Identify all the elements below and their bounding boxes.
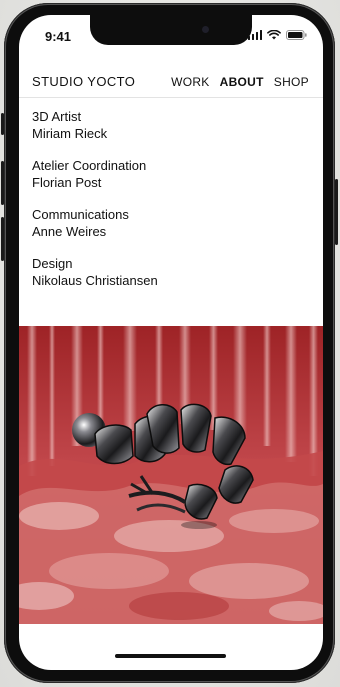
cellular-signal-icon (247, 30, 262, 40)
credit-entry: Atelier Coordination Florian Post (32, 158, 158, 191)
credit-name: Florian Post (32, 174, 102, 190)
site-header: STUDIO YOCTO WORK ABOUT SHOP (19, 67, 323, 98)
notch (90, 15, 252, 45)
credit-entry: 3D Artist Miriam Rieck (32, 109, 158, 142)
status-icons (247, 30, 308, 40)
credit-role: Atelier Coordination (32, 158, 147, 173)
nav-item-shop[interactable]: SHOP (274, 75, 309, 89)
team-credits: 3D Artist Miriam Rieck Atelier Coordinat… (32, 109, 158, 305)
volume-up-button (1, 161, 4, 205)
front-camera (202, 26, 209, 33)
nav-item-work[interactable]: WORK (171, 75, 210, 89)
credit-name: Nikolaus Christiansen (32, 272, 158, 288)
credit-name: Anne Weires (32, 223, 107, 239)
battery-icon (286, 30, 307, 40)
phone-screen: 9:41 STUDIO YOCTO WORK ABOUT SHOP 3D Art… (19, 15, 323, 670)
home-indicator[interactable] (115, 654, 226, 658)
credit-name: Miriam Rieck (32, 125, 108, 141)
credit-role: 3D Artist (32, 109, 82, 124)
credit-role: Design (32, 256, 73, 271)
status-time: 9:41 (45, 29, 72, 44)
brand-logo[interactable]: STUDIO YOCTO (32, 74, 135, 89)
volume-down-button (1, 217, 4, 261)
artwork-image (19, 326, 323, 624)
mute-switch (1, 113, 4, 135)
wifi-icon (267, 30, 281, 40)
credit-entry: Communications Anne Weires (32, 207, 158, 240)
phone-frame: 9:41 STUDIO YOCTO WORK ABOUT SHOP 3D Art… (1, 3, 338, 683)
credit-role: Communications (32, 207, 129, 222)
power-button (335, 179, 338, 245)
nav-menu: WORK ABOUT SHOP (171, 75, 309, 89)
credit-entry: Design Nikolaus Christiansen (32, 256, 158, 289)
nav-item-about[interactable]: ABOUT (220, 75, 264, 89)
